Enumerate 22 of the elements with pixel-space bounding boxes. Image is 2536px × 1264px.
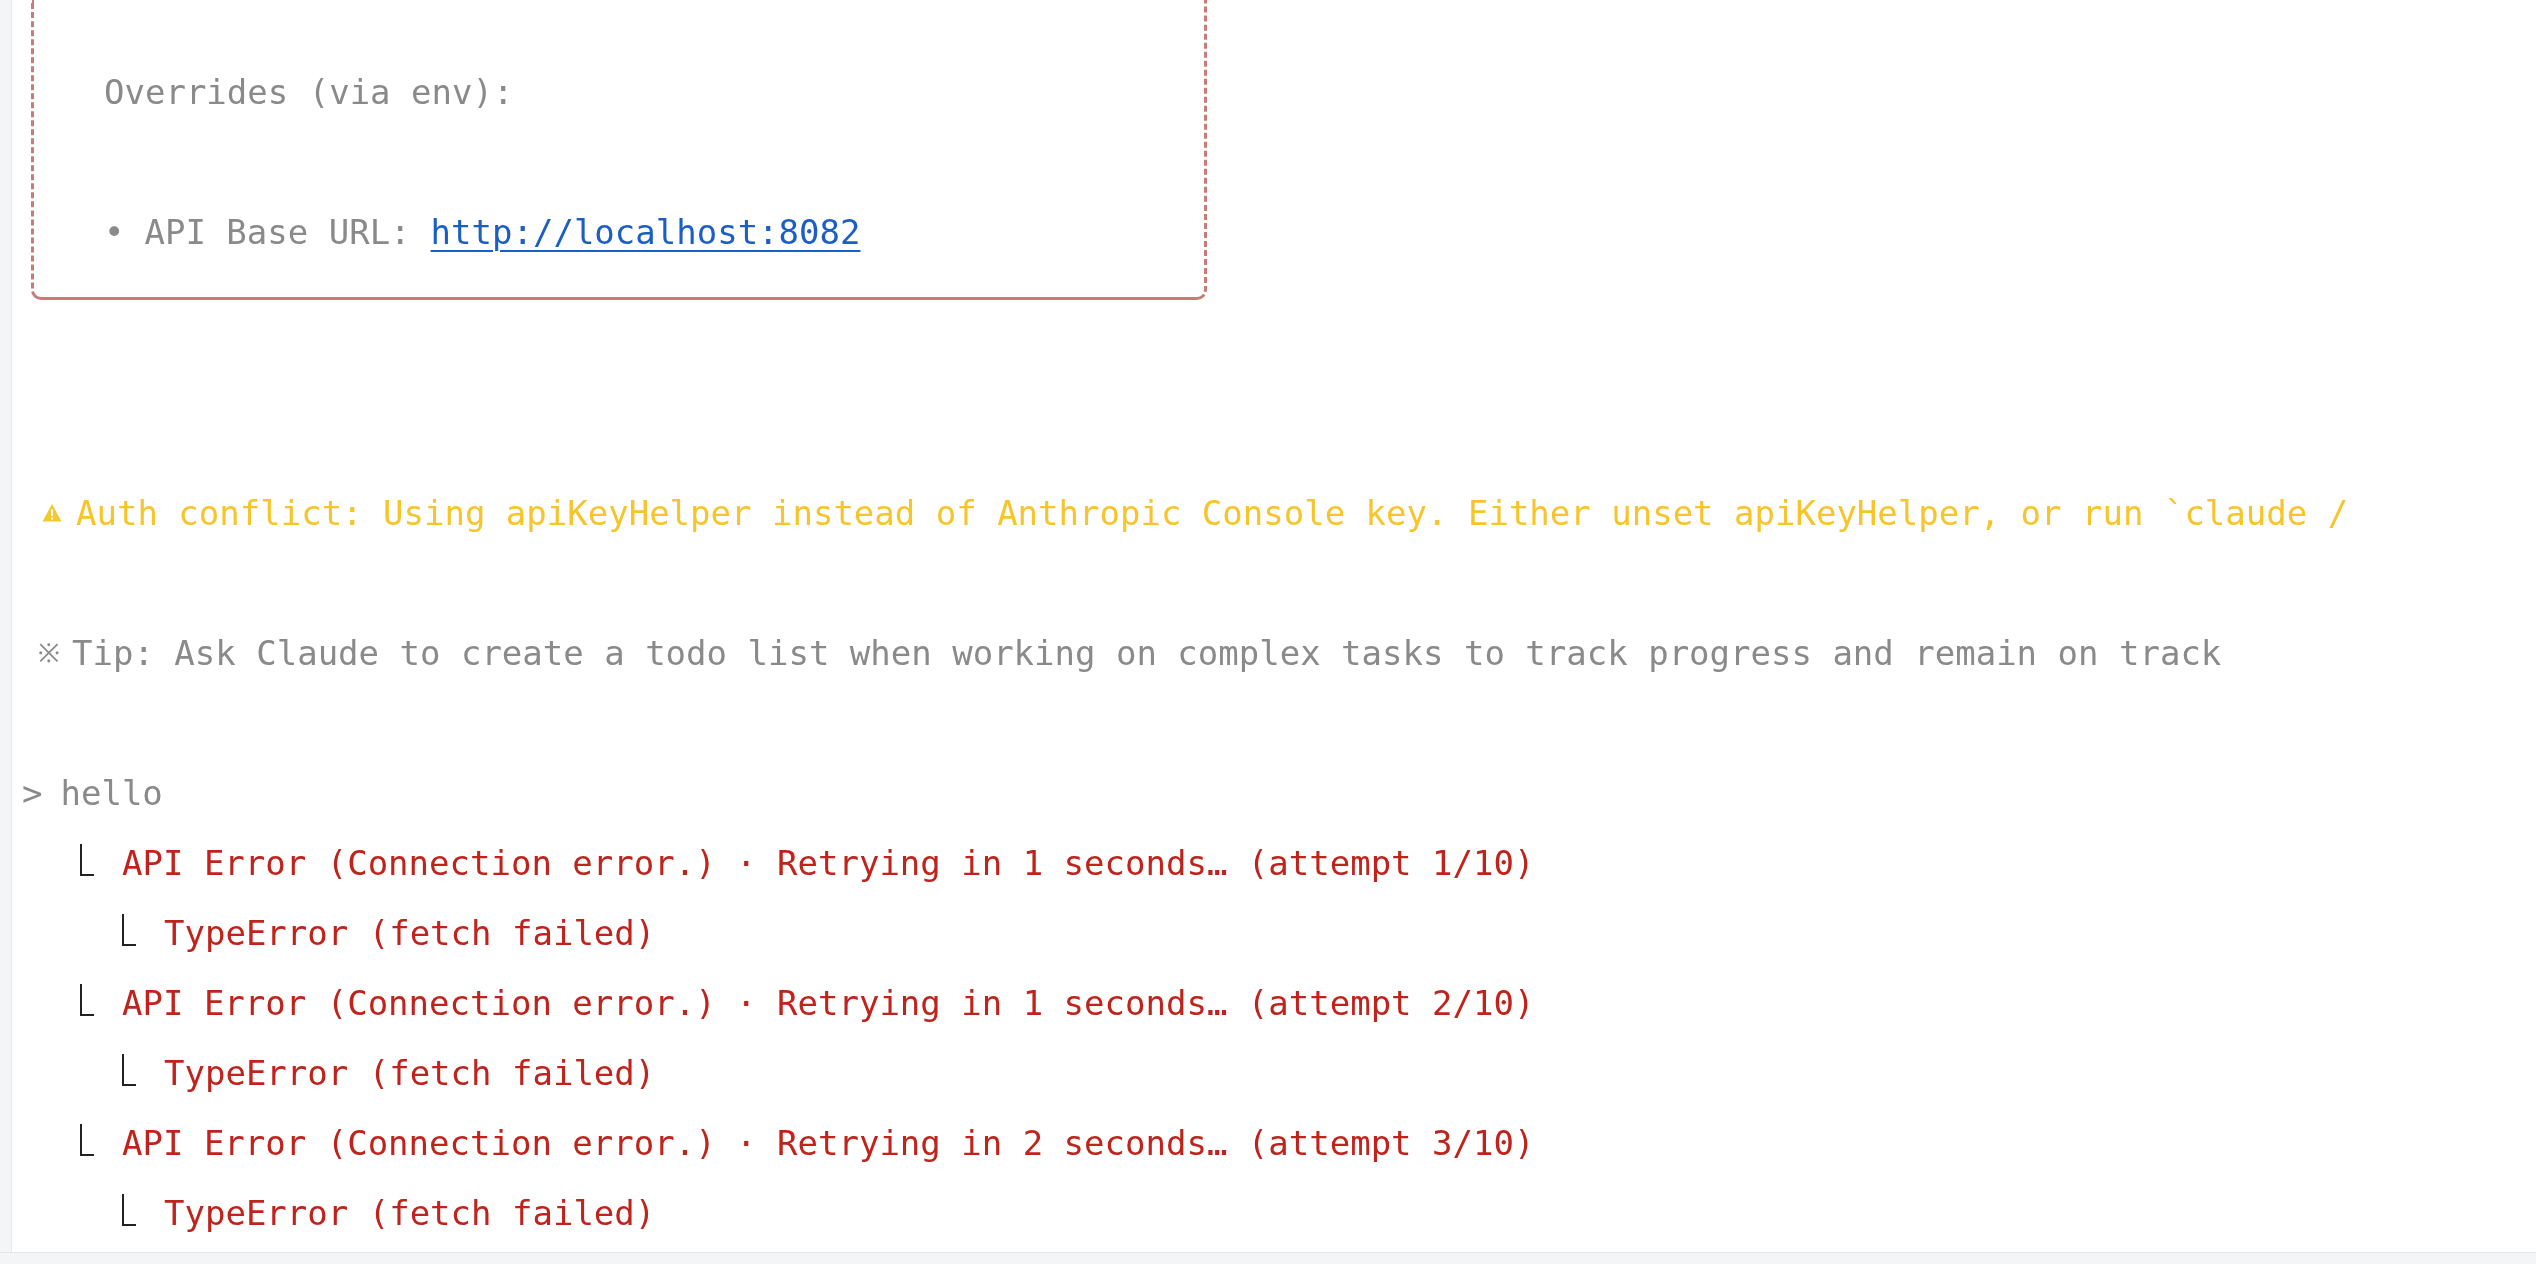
tree-branch-icon <box>122 1054 136 1086</box>
warning-text: Auth conflict: Using apiKeyHelper instead of Anthropic Console key. Either unset apiKeyHelper, or run `claude / <box>76 492 2349 535</box>
error-detail: TypeError (fetch failed) <box>164 912 656 955</box>
tree-branch-icon <box>122 1194 136 1226</box>
error-message: API Error (Connection error.) · Retrying in 1 seconds… (attempt 2/10) <box>122 982 1535 1025</box>
tip-marker: ※ <box>38 637 60 670</box>
tree-branch-icon <box>80 984 94 1016</box>
tree-branch-icon <box>80 844 94 876</box>
setting-label: API Base URL: <box>144 211 411 254</box>
prompt-symbol: > <box>22 772 43 815</box>
tip-text: Tip: Ask Claude to create a todo list when working on complex tasks to track progress and remain on track <box>72 632 2222 675</box>
error-message: API Error (Connection error.) · Retrying in 2 seconds… (attempt 3/10) <box>122 1122 1535 1165</box>
bullet: • <box>104 211 125 254</box>
error-detail: TypeError (fetch failed) <box>164 1192 656 1235</box>
tree-branch-icon <box>80 1124 94 1156</box>
error-detail: TypeError (fetch failed) <box>164 1052 656 1095</box>
warning-icon <box>42 503 62 523</box>
tree-branch-icon <box>122 914 136 946</box>
url-link[interactable]: http://localhost:8082 <box>430 197 861 267</box>
prompt-text: hello <box>60 772 163 815</box>
box-heading: Overrides (via env): <box>104 71 515 114</box>
error-message: API Error (Connection error.) · Retrying in 1 seconds… (attempt 1/10) <box>122 842 1535 885</box>
